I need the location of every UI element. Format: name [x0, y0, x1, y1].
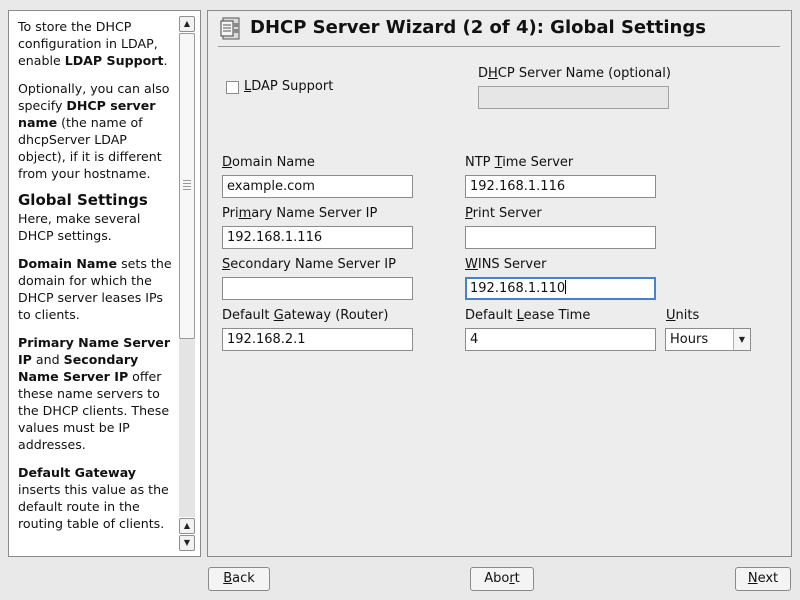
- wins-server-value: 192.168.1.110: [470, 281, 566, 296]
- ntp-time-server-input[interactable]: 192.168.1.116: [465, 175, 656, 198]
- label-part: ary Name Server IP: [251, 206, 378, 221]
- help-heading: Global Settings: [18, 191, 148, 209]
- ntp-time-server-label: NTP Time Server: [465, 155, 573, 170]
- arrow-down-icon[interactable]: ▼: [179, 535, 195, 551]
- help-scrollbar[interactable]: ▲ ▲ ▼: [179, 16, 195, 551]
- primary-name-server-label: Primary Name Server IP: [222, 206, 377, 221]
- abort-button[interactable]: Abort: [470, 567, 534, 591]
- label-part: DAP Support: [251, 79, 334, 94]
- ldap-support-checkbox[interactable]: [226, 81, 239, 94]
- help-paragraph: Primary Name Server IP and Secondary Nam…: [18, 334, 176, 453]
- button-label-part: ack: [232, 571, 255, 586]
- dhcp-server-name-input: [478, 86, 669, 109]
- label-part: nits: [675, 308, 700, 323]
- back-button[interactable]: Back: [208, 567, 270, 591]
- wins-server-label: WINS Server: [465, 257, 546, 272]
- help-text-span: .: [163, 53, 168, 68]
- button-label-part: ext: [757, 571, 779, 586]
- label-part: econdary Name Server IP: [230, 257, 396, 272]
- button-label-part: t: [514, 571, 520, 586]
- help-paragraph: Here, make several DHCP settings.: [18, 210, 176, 244]
- label-part: NTP: [465, 155, 495, 170]
- main-panel: DHCP Server Wizard (2 of 4): Global Sett…: [207, 10, 792, 557]
- label-part: ateway (Router): [283, 308, 389, 323]
- units-label: Units: [666, 308, 699, 323]
- button-hotkey: N: [747, 571, 758, 586]
- help-panel: To store the DHCP configuration in LDAP,…: [8, 10, 201, 557]
- help-bold-span: LDAP Support: [64, 53, 164, 68]
- default-lease-time-input[interactable]: 4: [465, 328, 656, 351]
- label-hotkey: P: [465, 206, 473, 221]
- help-text-span: Here, make several DHCP settings.: [18, 211, 141, 243]
- default-gateway-label: Default Gateway (Router): [222, 308, 388, 323]
- button-hotkey: B: [223, 571, 233, 586]
- help-paragraph: To store the DHCP configuration in LDAP,…: [18, 18, 176, 69]
- print-server-label: Print Server: [465, 206, 542, 221]
- default-gateway-input[interactable]: 192.168.2.1: [222, 328, 413, 351]
- units-select[interactable]: Hours ▼: [665, 328, 751, 351]
- label-part: Default: [465, 308, 517, 323]
- label-part: ime Server: [502, 155, 574, 170]
- default-lease-time-label: Default Lease Time: [465, 308, 590, 323]
- label-hotkey: m: [238, 206, 252, 221]
- label-part: Default: [222, 308, 274, 323]
- label-part: ease Time: [523, 308, 591, 323]
- help-bold-span: Default Gateway: [18, 465, 137, 480]
- domain-name-label: Domain Name: [222, 155, 315, 170]
- label-part: omain Name: [232, 155, 315, 170]
- help-text: To store the DHCP configuration in LDAP,…: [18, 18, 176, 552]
- wizard-icon: [220, 17, 242, 41]
- title-divider: [218, 46, 780, 47]
- help-text-span: and: [31, 352, 64, 367]
- help-text-span: inserts this value as the default route …: [18, 482, 169, 531]
- page-title: DHCP Server Wizard (2 of 4): Global Sett…: [250, 17, 706, 38]
- label-hotkey: D: [222, 155, 233, 170]
- primary-name-server-input[interactable]: 192.168.1.116: [222, 226, 413, 249]
- button-label-part: Abo: [484, 571, 510, 586]
- wins-server-input[interactable]: 192.168.1.110: [465, 277, 656, 300]
- ldap-support-label[interactable]: LDAP Support: [244, 79, 333, 94]
- dhcp-server-name-label: DHCP Server Name (optional): [478, 66, 671, 81]
- label-hotkey: H: [488, 66, 498, 81]
- label-hotkey: G: [273, 308, 284, 323]
- next-button[interactable]: Next: [735, 567, 791, 591]
- label-part: CP Server Name (optional): [497, 66, 671, 81]
- label-part: Pri: [222, 206, 239, 221]
- label-hotkey: U: [666, 308, 676, 323]
- arrow-up-icon[interactable]: ▲: [179, 518, 195, 534]
- scrollbar-track[interactable]: [179, 33, 195, 517]
- scrollbar-thumb[interactable]: [179, 33, 195, 339]
- grip-icon: [183, 180, 191, 192]
- help-paragraph: Optionally, you can also specify DHCP se…: [18, 80, 176, 182]
- arrow-up-icon[interactable]: ▲: [179, 16, 195, 32]
- label-part: rint Server: [472, 206, 542, 221]
- chevron-down-icon[interactable]: ▼: [733, 329, 750, 350]
- label-part: INS Server: [477, 257, 547, 272]
- help-paragraph: Domain Name sets the domain for which th…: [18, 255, 176, 323]
- help-paragraph: Default Gateway inserts this value as th…: [18, 464, 176, 532]
- domain-name-input[interactable]: example.com: [222, 175, 413, 198]
- secondary-name-server-input[interactable]: [222, 277, 413, 300]
- secondary-name-server-label: Secondary Name Server IP: [222, 257, 396, 272]
- label-hotkey: W: [465, 257, 478, 272]
- text-cursor: [565, 280, 567, 294]
- label-part: D: [478, 66, 489, 81]
- label-hotkey: L: [516, 308, 524, 323]
- print-server-input[interactable]: [465, 226, 656, 249]
- help-bold-span: Domain Name: [18, 256, 118, 271]
- units-selected-value: Hours: [670, 332, 709, 347]
